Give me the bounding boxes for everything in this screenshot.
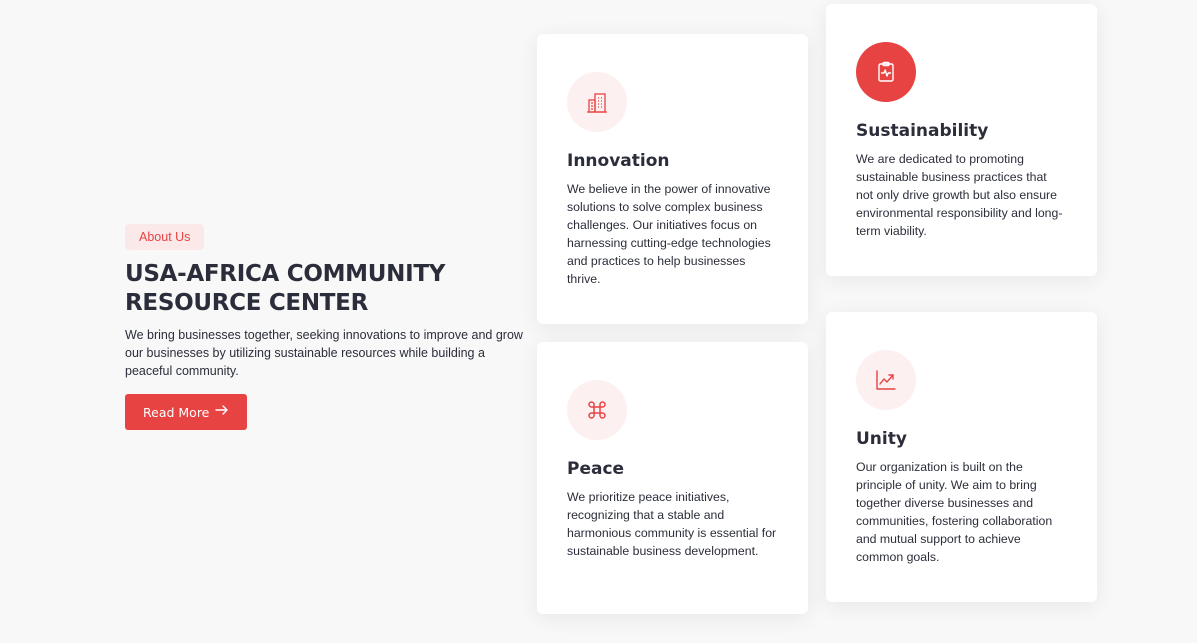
trending-up-icon xyxy=(856,350,916,410)
title-line-1: USA-AFRICA COMMUNITY xyxy=(125,261,446,287)
section-badge: About Us xyxy=(125,224,205,250)
card-title: Unity xyxy=(856,429,907,449)
clipboard-pulse-icon xyxy=(856,42,916,102)
intro-column: About Us USA-AFRICA COMMUNITY RESOURCE C… xyxy=(125,224,525,430)
command-icon xyxy=(567,380,627,440)
read-more-button[interactable]: Read More xyxy=(125,394,248,430)
building-icon xyxy=(567,72,627,132)
about-section: About Us USA-AFRICA COMMUNITY RESOURCE C… xyxy=(0,0,1197,643)
card-text: We believe in the power of innovative so… xyxy=(567,182,771,286)
card-text: Our organization is built on the princip… xyxy=(856,460,1053,564)
card-unity: Unity Our organization is built on the p… xyxy=(826,312,1097,602)
card-sustainability: Sustainability We are dedicated to promo… xyxy=(826,4,1097,276)
card-title: Sustainability xyxy=(856,121,989,141)
card-title: Peace xyxy=(567,459,625,479)
card-text: We are dedicated to promoting sustainabl… xyxy=(856,152,1063,238)
card-title: Innovation xyxy=(567,151,670,171)
title-line-2: RESOURCE CENTER xyxy=(125,290,368,316)
intro-description: We bring businesses together, seeking in… xyxy=(125,328,523,378)
card-text: We prioritize peace initiatives, recogni… xyxy=(567,490,777,558)
read-more-label: Read More xyxy=(143,404,210,420)
card-innovation: Innovation We believe in the power of in… xyxy=(537,34,808,324)
arrow-right-icon xyxy=(215,404,229,420)
card-peace: Peace We prioritize peace initiatives, r… xyxy=(537,342,808,614)
page-title: USA-AFRICA COMMUNITY RESOURCE CENTER xyxy=(125,260,525,318)
